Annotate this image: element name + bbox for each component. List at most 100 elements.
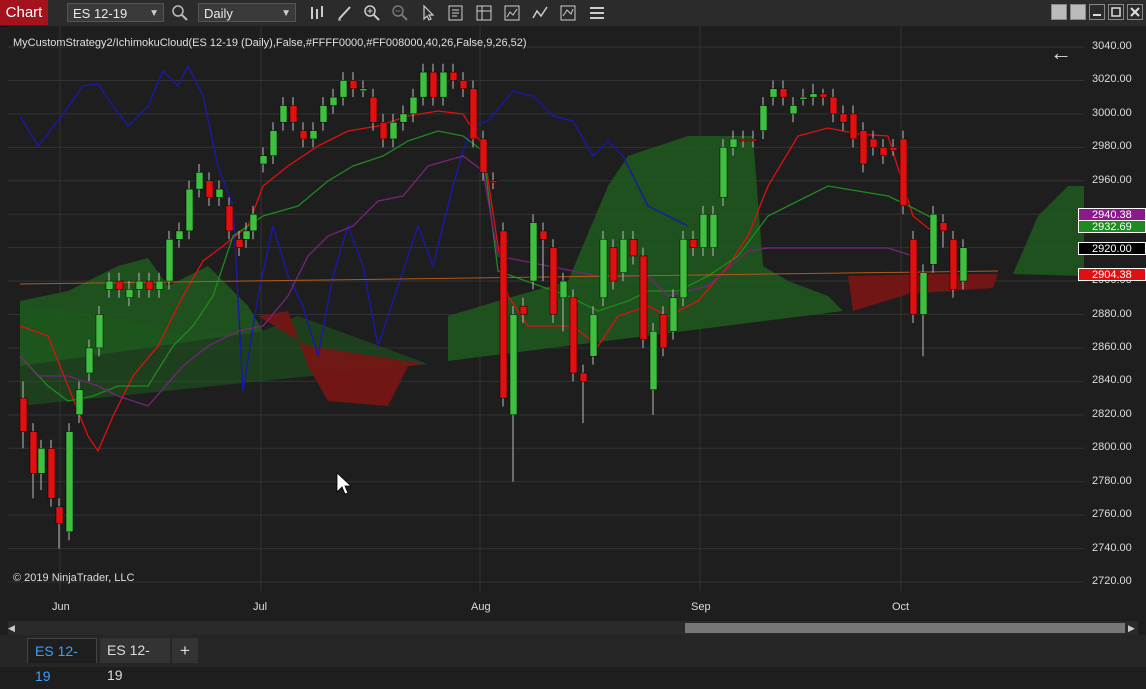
candle-body — [125, 289, 134, 299]
minimize-icon[interactable] — [1089, 4, 1105, 20]
candle-body — [55, 506, 64, 524]
candle-body — [739, 138, 748, 142]
candle-body — [349, 80, 358, 90]
scroll-thumb[interactable] — [685, 623, 1125, 633]
time-label-aug: Aug — [471, 601, 491, 613]
candle-body — [185, 188, 194, 232]
maximize-icon[interactable] — [1108, 4, 1124, 20]
candle-body — [85, 347, 94, 374]
interval-value: Daily — [204, 6, 233, 21]
menu-icon[interactable] — [587, 3, 607, 23]
zoom-in-icon[interactable] — [362, 3, 382, 23]
chevron-down-icon: ▼ — [149, 8, 159, 19]
tab-es-12-19-active[interactable]: ES 12-19 — [27, 638, 97, 684]
candle-body — [319, 105, 328, 123]
candle-body — [779, 88, 788, 98]
candle-body — [389, 121, 398, 140]
price-tick-label: 2780.00 — [1092, 474, 1132, 487]
zoom-out-icon[interactable] — [390, 3, 410, 23]
candle-body — [379, 121, 388, 140]
candle-body — [519, 305, 528, 315]
candle-body — [699, 213, 708, 248]
price-tick-label: 2840.00 — [1092, 374, 1132, 387]
candle-body — [869, 138, 878, 148]
candle-body — [759, 105, 768, 131]
price-marker: 2940.38 — [1078, 207, 1146, 221]
scroll-right-icon[interactable]: ▶ — [1128, 623, 1138, 633]
candle-body — [399, 113, 408, 123]
candle-body — [429, 71, 438, 98]
candle-body — [639, 255, 648, 340]
back-arrow-icon[interactable]: ← — [1050, 40, 1072, 66]
price-axis[interactable]: 3040.00 3020.00 3000.00 2980.00 2960.00 2940.… — [1078, 26, 1146, 591]
candle-body — [299, 130, 308, 140]
data-box-icon[interactable] — [446, 3, 466, 23]
time-axis[interactable]: Jun Jul Aug Sep Oct — [8, 592, 1084, 620]
candle-body — [469, 88, 478, 140]
search-icon[interactable] — [170, 3, 190, 23]
candle-body — [799, 96, 808, 100]
mouse-pointer-icon — [336, 472, 353, 495]
cloud-bull — [1013, 186, 1084, 276]
candle-body — [235, 239, 244, 248]
templates-icon[interactable] — [558, 3, 578, 23]
tab-es-12-19[interactable]: ES 12-19 — [100, 638, 170, 683]
candle-body — [959, 247, 968, 282]
tile-icon[interactable] — [1051, 4, 1067, 20]
close-icon[interactable] — [1127, 4, 1143, 20]
candle-body — [459, 80, 468, 90]
candle-body — [789, 105, 798, 115]
candle-body — [489, 180, 498, 183]
chart-toolbar: Chart ES 12-19 ▼ Daily ▼ — [0, 0, 1146, 27]
time-label-jun: Jun — [52, 601, 70, 613]
price-tick-label: 3040.00 — [1092, 40, 1132, 52]
candle-body — [529, 222, 538, 282]
price-tick-label: 2960.00 — [1092, 173, 1132, 186]
add-tab-button[interactable]: + — [172, 638, 198, 663]
candle-body — [19, 397, 28, 432]
time-label-sep: Sep — [691, 601, 711, 613]
candle-body — [95, 314, 104, 349]
horizontal-scrollbar[interactable]: ◀ ▶ — [8, 621, 1138, 635]
candle-body — [105, 280, 114, 290]
candle-body — [47, 448, 56, 499]
price-tick-label: 2740.00 — [1092, 541, 1132, 554]
strategies-icon[interactable] — [502, 3, 522, 23]
price-chart[interactable] — [8, 26, 1084, 591]
candle-body — [369, 96, 378, 123]
instrument-selector[interactable]: ES 12-19 ▼ — [67, 3, 164, 22]
candle-body — [115, 280, 124, 290]
scroll-left-icon[interactable]: ◀ — [8, 623, 18, 633]
candle-body — [145, 280, 154, 290]
candle-body — [419, 71, 428, 98]
price-tick-label: 3000.00 — [1092, 106, 1132, 119]
interval-selector[interactable]: Daily ▼ — [198, 3, 296, 22]
candle-body — [899, 138, 908, 207]
price-tick-label: 2760.00 — [1092, 508, 1132, 521]
chevron-down-icon: ▼ — [281, 8, 291, 19]
window-title: Chart — [0, 0, 48, 25]
candle-body — [559, 280, 568, 299]
candle-body — [599, 239, 608, 299]
properties-icon[interactable] — [474, 3, 494, 23]
chart-panel[interactable] — [8, 26, 1084, 591]
candle-body — [679, 239, 688, 299]
candle-body — [309, 130, 318, 140]
candle-body — [619, 239, 628, 273]
candle-body — [669, 297, 678, 332]
price-tick-label: 2800.00 — [1092, 441, 1132, 454]
indicators-icon[interactable] — [530, 3, 550, 23]
candle-body — [769, 88, 778, 98]
instrument-value: ES 12-19 — [73, 6, 128, 21]
candle-body — [225, 205, 234, 232]
candle-body — [205, 180, 214, 198]
price-tick-label: 2880.00 — [1092, 307, 1132, 320]
time-label-oct: Oct — [892, 601, 910, 613]
pointer-icon[interactable] — [418, 3, 438, 23]
bar-type-icon[interactable] — [308, 3, 328, 23]
candle-body — [359, 88, 368, 92]
candle-body — [929, 213, 938, 265]
candle-body — [539, 230, 548, 240]
draw-icon[interactable] — [335, 3, 355, 23]
tile-icon[interactable] — [1070, 4, 1086, 20]
